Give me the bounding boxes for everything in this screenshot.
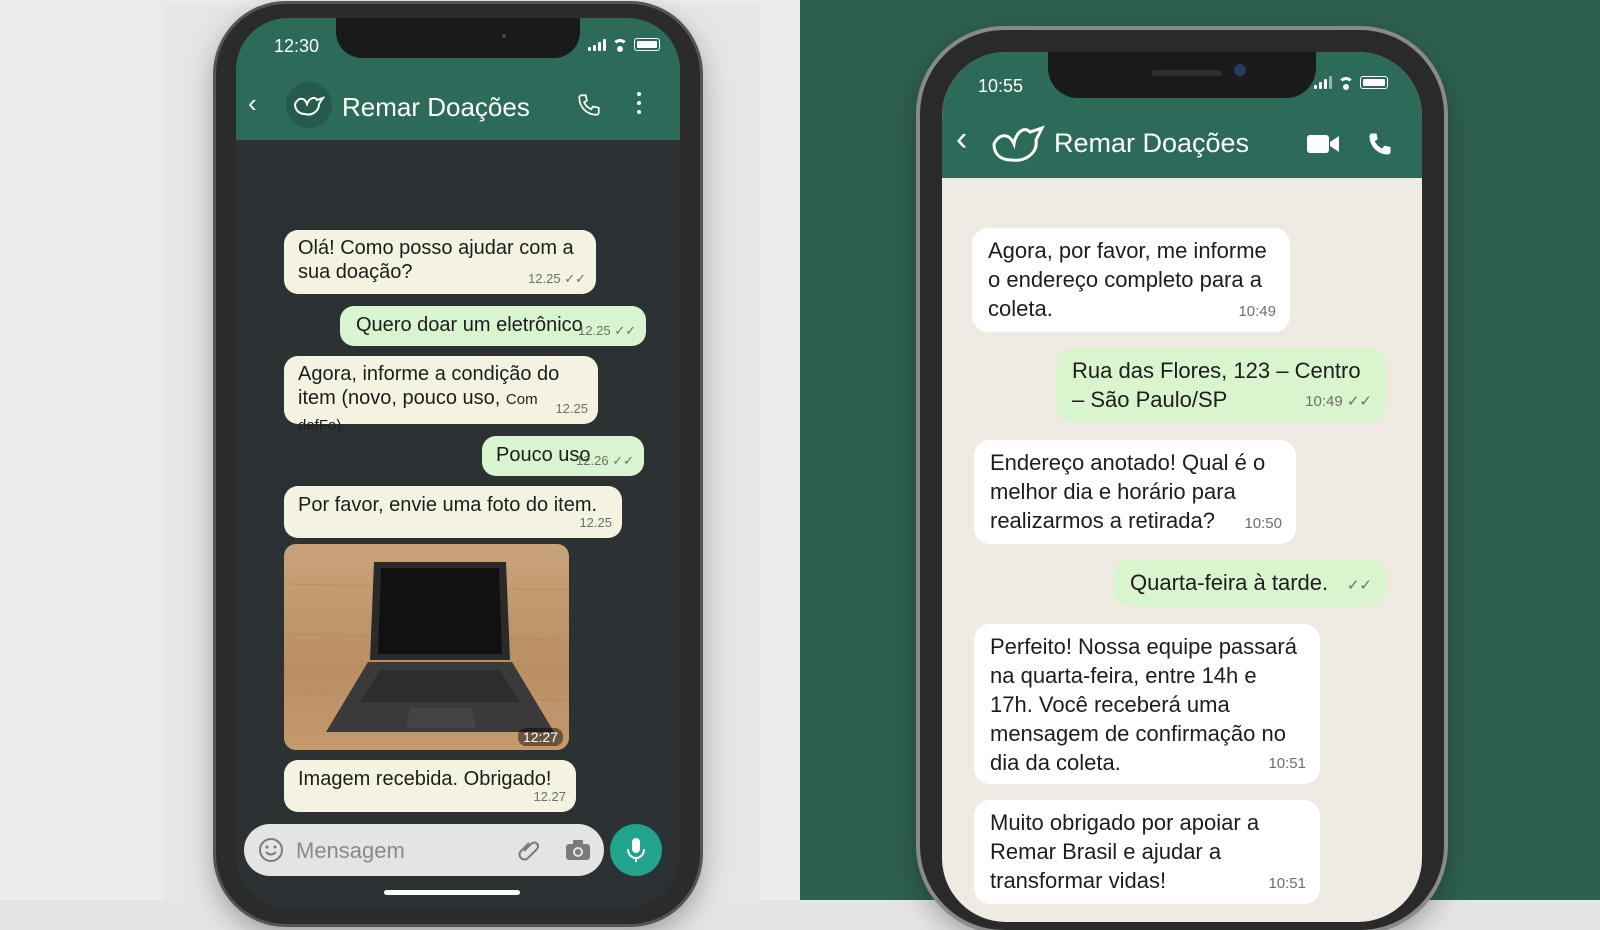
- status-icons: [588, 38, 660, 52]
- phone-call-icon[interactable]: [1366, 130, 1394, 163]
- status-time: 12:30: [274, 36, 320, 56]
- attach-icon[interactable]: [516, 837, 542, 868]
- back-arrow-icon[interactable]: ‹: [956, 120, 967, 159]
- read-receipt-icon: ✓✓: [564, 271, 586, 286]
- message-text: Agora, por favor, me informe o endereço …: [988, 238, 1267, 321]
- message-time: 12.25 ✓✓: [578, 323, 636, 338]
- battery-icon: [1360, 76, 1388, 89]
- right-phone-screen: 10:55 ‹ Remar Doações Agora, por favor, …: [942, 52, 1422, 922]
- message-time: 12.26 ✓✓: [576, 453, 634, 468]
- message-bubble: Endereço anotado! Qual é o melhor dia e …: [974, 440, 1296, 544]
- more-options-icon[interactable]: [636, 92, 642, 114]
- left-phone: Olá! Como posso ajudar com a sua doação?…: [216, 4, 700, 924]
- message-time: 12.27: [533, 789, 566, 804]
- image-message[interactable]: 12:27: [284, 544, 569, 750]
- home-indicator: [384, 890, 520, 895]
- message-time: 10:50: [1244, 515, 1282, 532]
- dove-logo-icon: [293, 96, 325, 116]
- microphone-icon: [627, 838, 645, 862]
- message-bubble: Rua das Flores, 123 – Centro – São Paulo…: [1056, 348, 1386, 422]
- message-bubble: Imagem recebida. Obrigado! 12.27: [284, 760, 576, 812]
- signal-icon: [588, 38, 606, 51]
- chat-title[interactable]: Remar Doações: [342, 92, 530, 123]
- chat-header: ‹ Remar Doações: [236, 74, 680, 140]
- status-icons: [1314, 75, 1388, 90]
- video-call-icon[interactable]: [1306, 132, 1340, 161]
- message-text: Muito obrigado por apoiar a Remar Brasil…: [990, 810, 1260, 893]
- message-time: 10:49 ✓✓: [1305, 393, 1372, 410]
- camera-icon[interactable]: [564, 838, 592, 867]
- chat-area[interactable]: Olá! Como posso ajudar com a sua doação?…: [236, 140, 680, 830]
- message-bubble: Por favor, envie uma foto do item. 12.25: [284, 486, 622, 538]
- message-time: 10:51: [1268, 875, 1306, 892]
- notch: [1048, 52, 1316, 98]
- message-text: Quarta-feira à tarde.: [1130, 570, 1329, 595]
- battery-icon: [634, 38, 660, 51]
- message-placeholder: Mensagem: [296, 838, 405, 863]
- signal-icon: [1314, 75, 1332, 89]
- phone-call-icon[interactable]: [576, 92, 602, 123]
- message-time: 12.25: [555, 401, 588, 416]
- message-bubble: Agora, por favor, me informe o endereço …: [972, 228, 1290, 332]
- message-bubble: Agora, informe a condição do item (novo,…: [284, 356, 598, 434]
- message-text: Quero doar um eletrônico: [356, 314, 583, 336]
- read-receipt-icon: ✓✓: [1346, 577, 1372, 594]
- message-bubble: Perfeito! Nossa equipe passará na quarta…: [974, 624, 1320, 784]
- left-phone-screen: Olá! Como posso ajudar com a sua doação?…: [236, 18, 680, 908]
- right-phone: 10:55 ‹ Remar Doações Agora, por favor, …: [920, 30, 1444, 930]
- read-receipt-icon: ✓✓: [1346, 393, 1372, 410]
- message-bubble: Olá! Como posso ajudar com a sua doação?…: [284, 230, 596, 294]
- message-text: Imagem recebida. Obrigado!: [298, 768, 552, 790]
- message-bubble: Quarta-feira à tarde. ✓✓: [1114, 560, 1386, 606]
- image-time: 12:27: [517, 728, 563, 746]
- message-bubble: Pouco uso 12.26 ✓✓: [482, 436, 644, 476]
- back-arrow-icon[interactable]: ‹: [248, 88, 257, 119]
- laptop-image: [284, 562, 569, 732]
- read-receipt-icon: ✓✓: [612, 453, 634, 468]
- message-bubble: Muito obrigado por apoiar a Remar Brasil…: [974, 800, 1320, 904]
- dove-logo-icon[interactable]: [990, 122, 1046, 171]
- message-text: Endereço anotado! Qual é o melhor dia e …: [990, 450, 1266, 533]
- read-receipt-icon: ✓✓: [614, 323, 636, 338]
- message-bubble: Quero doar um eletrônico 12.25 ✓✓: [340, 306, 646, 346]
- notch: [336, 18, 580, 58]
- status-time: 10:55: [978, 76, 1024, 96]
- message-time: 10:49: [1238, 303, 1276, 320]
- message-time: 12.25: [579, 515, 612, 530]
- message-input[interactable]: Mensagem: [244, 824, 604, 876]
- emoji-icon[interactable]: [258, 837, 284, 868]
- avatar[interactable]: [286, 82, 332, 128]
- message-text: Por favor, envie uma foto do item.: [298, 494, 598, 516]
- message-time: 12.25 ✓✓: [528, 271, 586, 286]
- microphone-button[interactable]: [610, 824, 662, 876]
- message-time: 10:51: [1268, 755, 1306, 772]
- wifi-icon: [1338, 76, 1354, 90]
- wifi-icon: [612, 38, 628, 52]
- chat-title[interactable]: Remar Doações: [1054, 128, 1249, 159]
- message-text: Perfeito! Nossa equipe passará na quarta…: [990, 634, 1297, 775]
